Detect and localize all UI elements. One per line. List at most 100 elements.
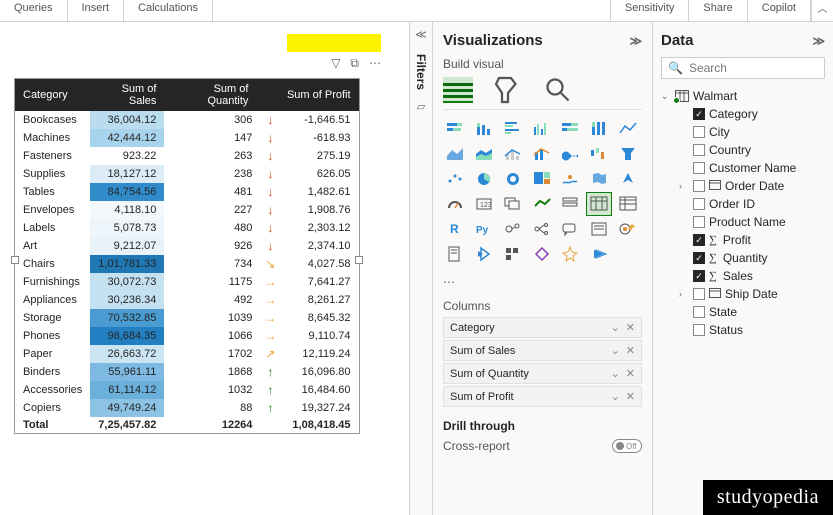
viz-line-stacked-col-icon[interactable] xyxy=(530,143,554,165)
header-qty[interactable]: Sum of Quantity xyxy=(164,79,256,111)
viz-goals-icon[interactable] xyxy=(616,218,640,240)
columns-well[interactable]: Category⌄✕Sum of Sales⌄✕Sum of Quantity⌄… xyxy=(443,317,642,407)
focus-mode-icon[interactable]: ⧉ xyxy=(350,56,359,71)
field-checkbox[interactable] xyxy=(693,306,705,318)
field-item[interactable]: ✓∑Quantity xyxy=(661,249,825,267)
ribbon-tab-share[interactable]: Share xyxy=(689,0,747,21)
viz-card-icon[interactable]: 123 xyxy=(472,193,496,215)
field-checkbox[interactable]: ✓ xyxy=(693,270,705,282)
viz-map-icon[interactable] xyxy=(558,168,582,190)
field-item[interactable]: ✓∑Profit xyxy=(661,231,825,249)
table-row[interactable]: Binders55,961.111868↑16,096.80 xyxy=(15,363,359,381)
viz-power-auto-icon[interactable] xyxy=(472,243,496,265)
viz-stacked-area-icon[interactable] xyxy=(472,143,496,165)
field-item[interactable]: Order ID xyxy=(661,195,825,213)
viz-stacked-col-icon[interactable] xyxy=(472,118,496,140)
chevron-down-icon[interactable]: ⌄ xyxy=(611,367,620,380)
ribbon-tab-sensitivity[interactable]: Sensitivity xyxy=(610,0,690,21)
viz-stacked-bar-icon[interactable] xyxy=(443,118,467,140)
viz-donut-icon[interactable] xyxy=(501,168,525,190)
field-checkbox[interactable] xyxy=(693,324,705,336)
viz-scatter-icon[interactable] xyxy=(443,168,467,190)
viz-paginated-icon[interactable] xyxy=(443,243,467,265)
search-input[interactable] xyxy=(689,61,833,75)
viz-py-visual-icon[interactable]: Py xyxy=(472,218,496,240)
ribbon-tab-queries[interactable]: Queries xyxy=(0,0,68,21)
viz-get-more-icon[interactable] xyxy=(587,243,611,265)
filter-icon[interactable]: ▽ xyxy=(331,56,340,71)
table-row[interactable]: Copiers49,749.2488↑19,327.24 xyxy=(15,399,359,417)
expand-filters-icon[interactable]: ≪ xyxy=(410,28,432,41)
field-checkbox[interactable] xyxy=(693,198,705,210)
table-row[interactable]: Storage70,532.851039→8,645.32 xyxy=(15,309,359,327)
table-visual[interactable]: Category Sum of Sales Sum of Quantity Su… xyxy=(14,78,360,434)
collapse-viz-pane-icon[interactable]: ≫ xyxy=(629,34,642,48)
viz-more-icon[interactable]: ⋯ xyxy=(443,273,642,295)
remove-field-icon[interactable]: ✕ xyxy=(626,344,635,357)
viz-filled-map-icon[interactable] xyxy=(587,168,611,190)
table-row[interactable]: Supplies18,127.12238↓626.05 xyxy=(15,165,359,183)
table-node-walmart[interactable]: ⌄ Walmart xyxy=(661,87,825,105)
viz-matrix-icon[interactable] xyxy=(616,193,640,215)
viz-line-icon[interactable] xyxy=(616,118,640,140)
field-pill[interactable]: Sum of Quantity⌄✕ xyxy=(443,363,642,384)
field-item[interactable]: ✓∑Sales xyxy=(661,267,825,285)
filters-pane-collapsed[interactable]: ≪ Filters ▱ xyxy=(409,22,433,515)
field-checkbox[interactable] xyxy=(693,288,705,300)
viz-decomp-tree-icon[interactable] xyxy=(530,218,554,240)
table-row[interactable]: Accessories61,114.121032↑16,484.60 xyxy=(15,381,359,399)
field-checkbox[interactable] xyxy=(693,162,705,174)
viz-qa-icon[interactable] xyxy=(558,218,582,240)
viz-multi-card-icon[interactable] xyxy=(501,193,525,215)
field-checkbox[interactable] xyxy=(693,180,705,192)
viz-table-icon[interactable] xyxy=(587,193,611,215)
tab-format[interactable] xyxy=(493,77,523,103)
ribbon-tab-calculations[interactable]: Calculations xyxy=(124,0,213,21)
chevron-down-icon[interactable]: ⌄ xyxy=(611,344,620,357)
header-sales[interactable]: Sum of Sales xyxy=(90,79,164,111)
table-row[interactable]: Tables84,754.56481↓1,482.61 xyxy=(15,183,359,201)
viz-line-col-icon[interactable] xyxy=(501,143,525,165)
cross-report-toggle[interactable]: Off xyxy=(612,439,642,453)
field-checkbox[interactable]: ✓ xyxy=(693,234,705,246)
viz-kpi-icon[interactable] xyxy=(530,193,554,215)
table-row[interactable]: Chairs1,01,781.33734↘4,027.58 xyxy=(15,255,359,273)
remove-field-icon[interactable]: ✕ xyxy=(626,367,635,380)
field-item[interactable]: Customer Name xyxy=(661,159,825,177)
ribbon-tab-insert[interactable]: Insert xyxy=(68,0,125,21)
viz-gauge-icon[interactable] xyxy=(443,193,467,215)
header-profit[interactable]: Sum of Profit xyxy=(256,79,358,111)
field-checkbox[interactable]: ✓ xyxy=(693,252,705,264)
field-item[interactable]: ›Ship Date xyxy=(661,285,825,303)
viz-ribbon-icon[interactable] xyxy=(558,143,582,165)
field-pill[interactable]: Sum of Profit⌄✕ xyxy=(443,386,642,407)
remove-field-icon[interactable]: ✕ xyxy=(626,321,635,334)
table-row[interactable]: Paper26,663.721702↗12,119.24 xyxy=(15,345,359,363)
report-canvas[interactable]: ▽ ⧉ ⋯ Category Sum of Sales Sum of Quant… xyxy=(0,22,409,515)
viz-narrative-icon[interactable] xyxy=(587,218,611,240)
viz-area-icon[interactable] xyxy=(443,143,467,165)
viz-pie-icon[interactable] xyxy=(472,168,496,190)
table-row[interactable]: Appliances30,236.34492→8,261.27 xyxy=(15,291,359,309)
remove-field-icon[interactable]: ✕ xyxy=(626,390,635,403)
viz-key-influencers-icon[interactable] xyxy=(501,218,525,240)
table-row[interactable]: Bookcases36,004.12306↓-1,646.51 xyxy=(15,111,359,129)
field-checkbox[interactable] xyxy=(693,216,705,228)
field-checkbox[interactable] xyxy=(693,126,705,138)
field-checkbox[interactable]: ✓ xyxy=(693,108,705,120)
table-row[interactable]: Art9,212.07926↓2,374.10 xyxy=(15,237,359,255)
viz-funnel-icon[interactable] xyxy=(616,143,640,165)
ribbon-collapse-caret[interactable]: ︿ xyxy=(811,0,833,21)
chevron-down-icon[interactable]: ⌄ xyxy=(611,321,620,334)
field-item[interactable]: Status xyxy=(661,321,825,339)
table-row[interactable]: Furnishings30,072.731175→7,641.27 xyxy=(15,273,359,291)
field-pill[interactable]: Category⌄✕ xyxy=(443,317,642,338)
field-item[interactable]: City xyxy=(661,123,825,141)
field-item[interactable]: State xyxy=(661,303,825,321)
field-item[interactable]: Country xyxy=(661,141,825,159)
tab-build[interactable] xyxy=(443,77,473,103)
viz-r-visual-icon[interactable]: R xyxy=(443,218,467,240)
field-pill[interactable]: Sum of Sales⌄✕ xyxy=(443,340,642,361)
collapse-data-pane-icon[interactable]: ≫ xyxy=(812,34,825,48)
field-item[interactable]: ›Order Date xyxy=(661,177,825,195)
